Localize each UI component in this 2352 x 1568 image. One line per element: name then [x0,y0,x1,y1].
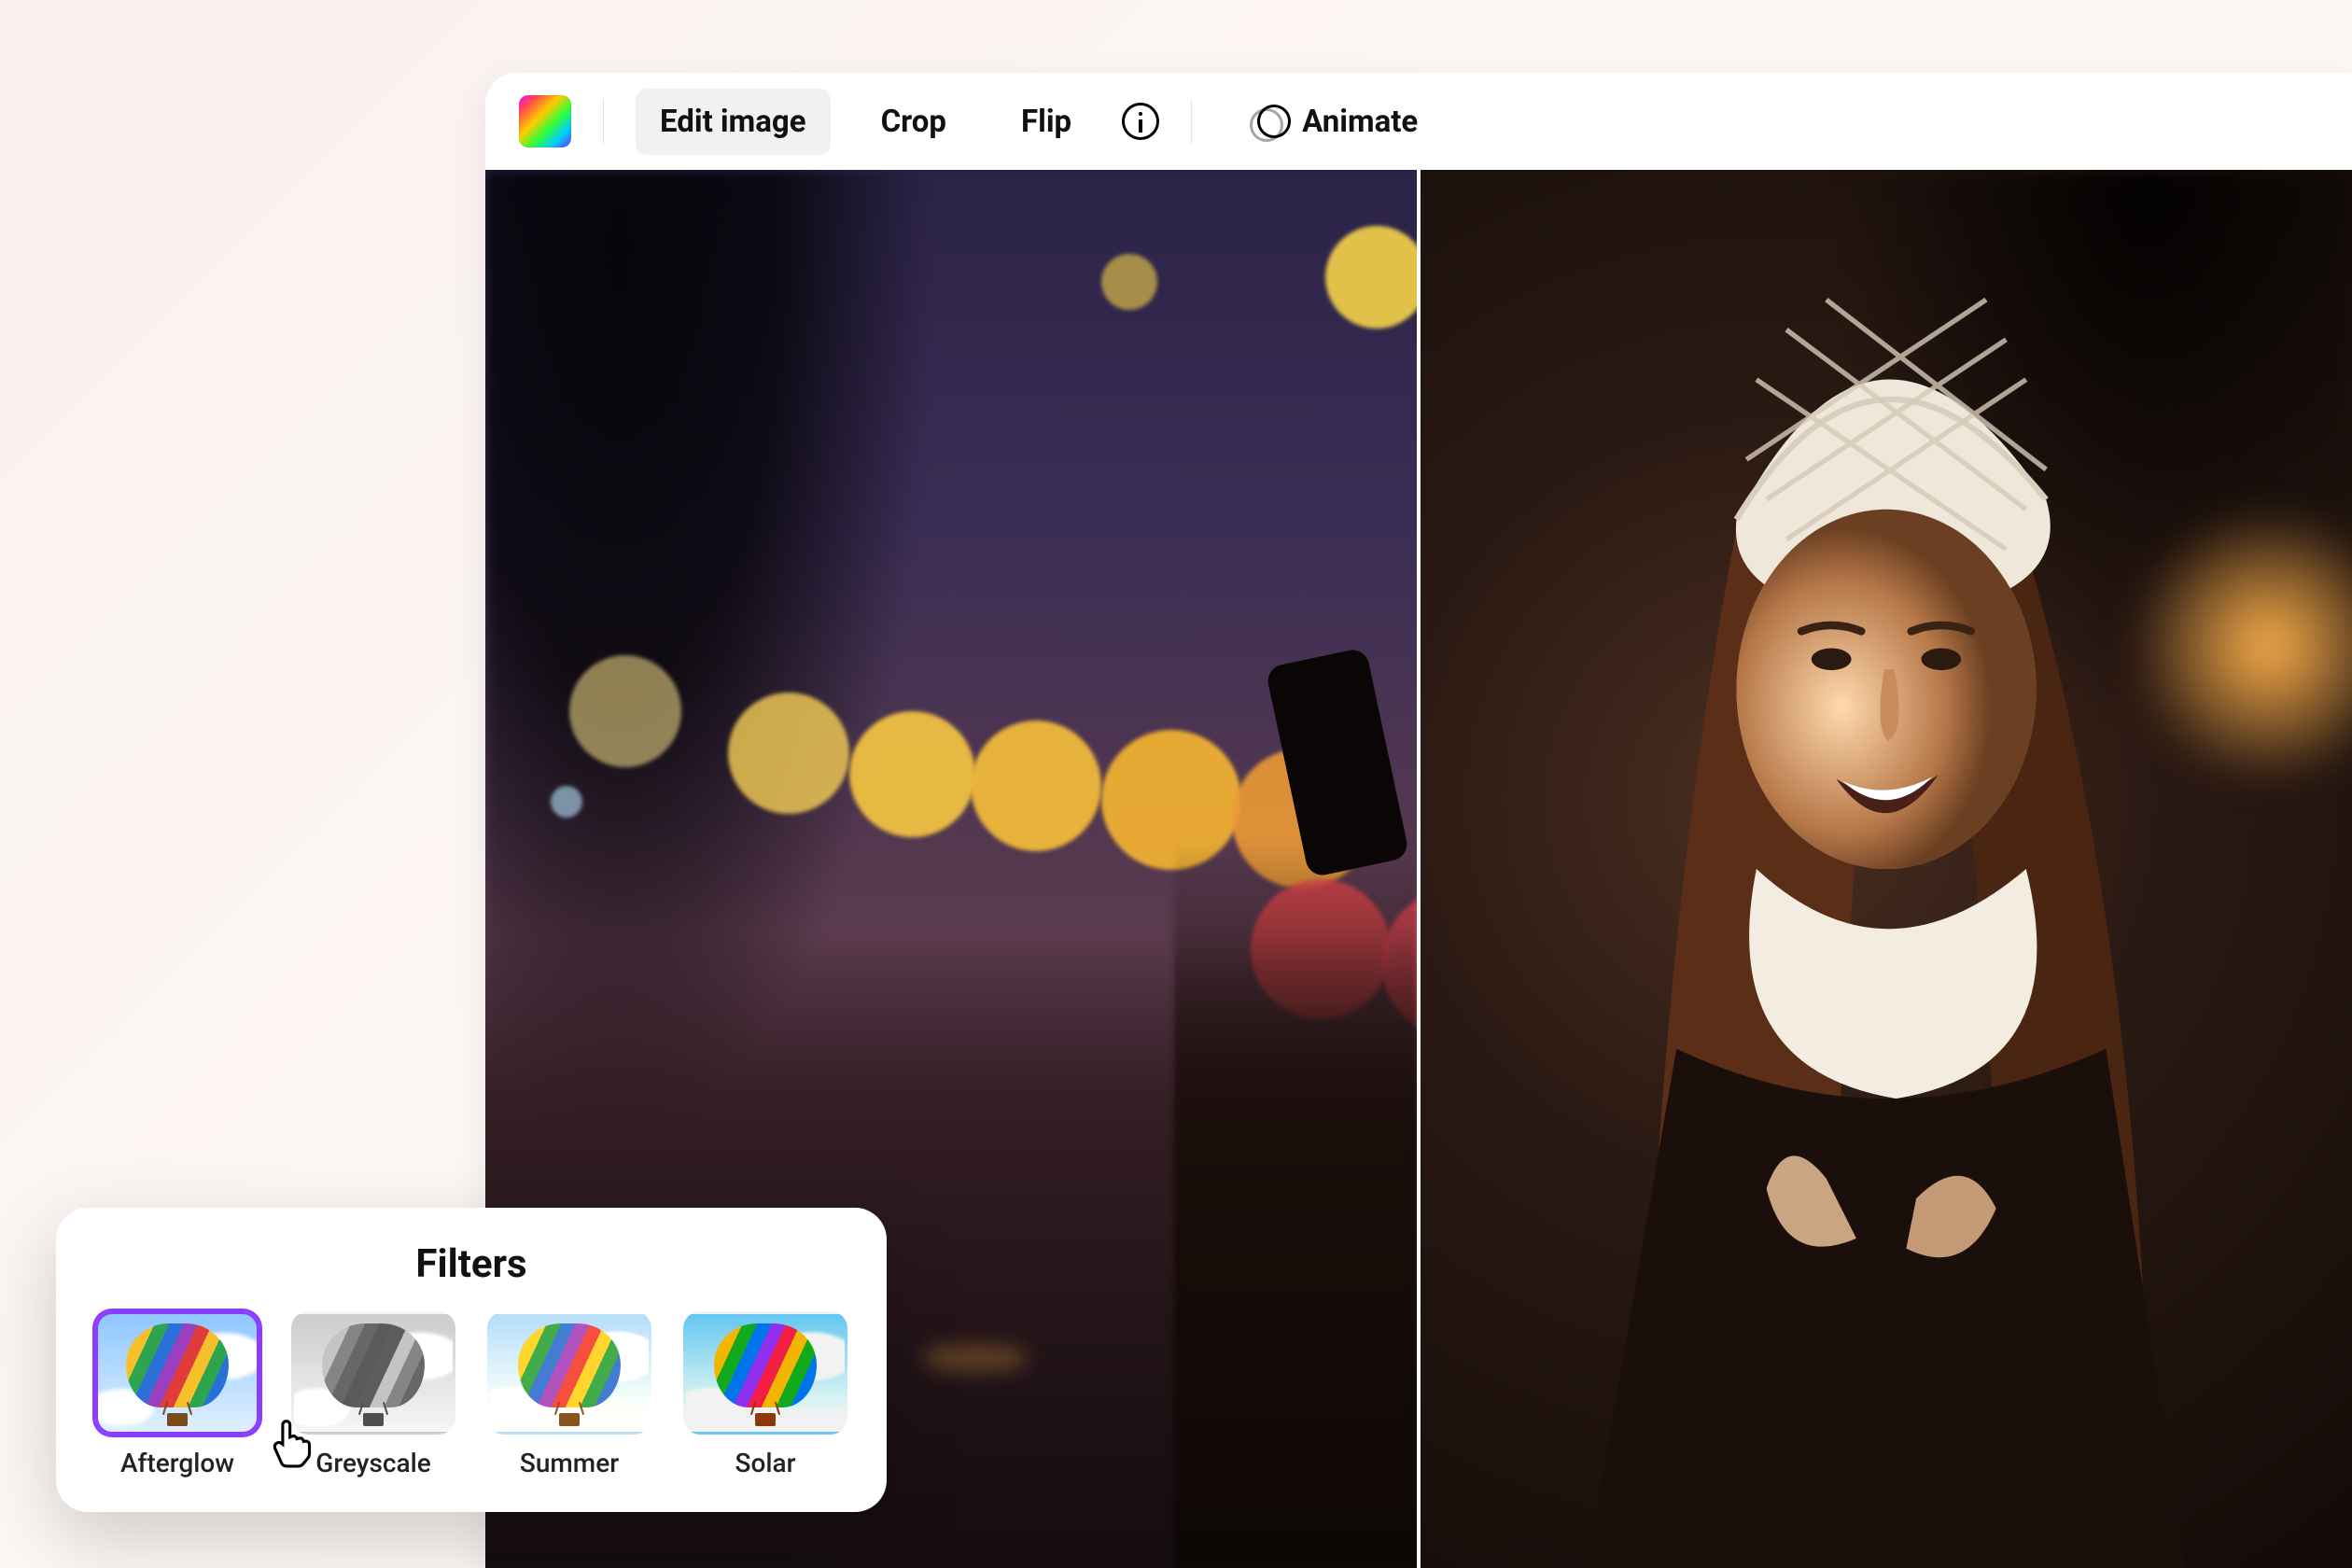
filter-thumbnail [487,1311,651,1435]
crop-button[interactable]: Crop [857,89,971,155]
toolbar-separator [1191,99,1192,144]
filter-option-greyscale[interactable]: Greyscale [291,1311,455,1478]
crop-label: Crop [881,104,946,140]
animate-label: Animate [1302,104,1418,140]
filter-thumbnail [291,1311,455,1435]
animate-icon [1248,103,1285,140]
filter-label: Greyscale [315,1448,431,1478]
filter-label: Afterglow [120,1448,234,1478]
filters-panel-title: Filters [97,1241,846,1287]
flip-button[interactable]: Flip [997,89,1096,155]
animate-button[interactable]: Animate [1224,88,1442,155]
filter-label: Summer [520,1448,619,1478]
filter-thumbnail [95,1311,259,1435]
filter-option-solar[interactable]: Solar [683,1311,847,1478]
color-picker-swatch[interactable] [519,95,571,147]
filter-option-afterglow[interactable]: Afterglow [95,1311,259,1478]
edit-image-label: Edit image [660,104,806,140]
toolbar-separator [603,99,604,144]
flip-label: Flip [1021,104,1071,140]
filter-label: Solar [735,1448,796,1478]
person-illustration [1421,170,2352,1568]
filter-thumbnail [683,1311,847,1435]
edit-image-button[interactable]: Edit image [636,89,831,155]
info-icon[interactable] [1122,103,1159,140]
filters-panel: Filters Afterglow Greyscale [56,1208,887,1512]
filters-row: Afterglow Greyscale Summer [97,1311,846,1478]
filter-option-summer[interactable]: Summer [487,1311,651,1478]
image-toolbar: Edit image Crop Flip Animate [485,73,2352,170]
canvas-image-right[interactable] [1417,170,2352,1568]
